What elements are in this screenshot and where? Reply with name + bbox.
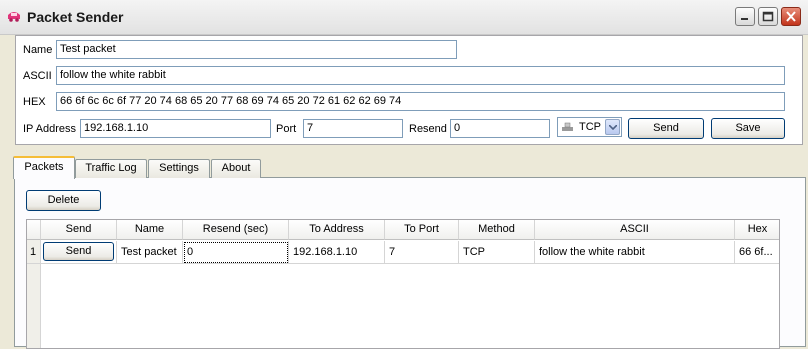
hex-label: HEX [23,96,46,108]
column-header-send[interactable]: Send [41,220,117,240]
column-header-to-address[interactable]: To Address [289,220,385,240]
send-button[interactable]: Send [628,118,704,139]
resend-field[interactable]: 0 [450,119,550,138]
ascii-label: ASCII [23,70,52,82]
tab-settings[interactable]: Settings [148,159,210,178]
tab-packets[interactable]: Packets [13,156,75,179]
hex-field[interactable]: 66 6f 6c 6c 6f 77 20 74 68 65 20 77 68 6… [56,92,785,111]
window-title: Packet Sender [27,9,124,25]
ip-address-label: IP Address [23,123,76,135]
method-dropdown-arrow[interactable] [605,119,620,135]
column-header-resend[interactable]: Resend (sec) [183,220,289,240]
tab-traffic-log[interactable]: Traffic Log [75,159,147,178]
name-field[interactable]: Test packet [56,40,457,59]
column-header-ascii[interactable]: ASCII [535,220,735,240]
minimize-icon [741,18,748,20]
table-row: Send [41,241,117,264]
column-header-name[interactable]: Name [117,220,183,240]
method-value: TCP [579,121,601,133]
close-button[interactable] [781,7,801,26]
port-label: Port [276,123,297,135]
row-send-button[interactable]: Send [43,242,114,261]
chevron-down-icon [609,125,617,130]
delete-button[interactable]: Delete [26,190,101,211]
name-label: Name [23,44,53,56]
row-to-port[interactable]: 7 [385,241,459,264]
column-header-hex[interactable]: Hex [735,220,779,240]
title-bar[interactable]: Packet Sender [0,0,808,35]
row-method[interactable]: TCP [459,241,535,264]
port-field[interactable]: 7 [303,119,403,138]
close-icon [786,11,796,22]
maximize-icon [762,11,774,22]
ip-address-field[interactable]: 192.168.1.10 [80,119,271,138]
network-icon [562,122,573,131]
maximize-button[interactable] [758,7,778,26]
column-header-to-port[interactable]: To Port [385,220,459,240]
row-resend[interactable]: 0 [183,241,289,264]
packets-table: Send Name Resend (sec) To Address To Por… [26,219,780,349]
app-icon [8,12,20,22]
ascii-field[interactable]: follow the white rabbit [56,66,785,85]
save-button[interactable]: Save [711,118,785,139]
method-select[interactable]: TCP [557,117,622,137]
table-corner [27,220,41,240]
packet-sender-window: Packet Sender Name Test packet ASCII fol… [0,0,808,349]
row-hex[interactable]: 66 6f... [735,241,779,264]
tab-about[interactable]: About [211,159,261,178]
row-to-address[interactable]: 192.168.1.10 [289,241,385,264]
resend-label: Resend [409,123,447,135]
row-name[interactable]: Test packet [117,241,183,264]
row-ascii[interactable]: follow the white rabbit [535,241,735,264]
row-number[interactable]: 1 [27,241,41,264]
minimize-button[interactable] [735,7,755,26]
column-header-method[interactable]: Method [459,220,535,240]
